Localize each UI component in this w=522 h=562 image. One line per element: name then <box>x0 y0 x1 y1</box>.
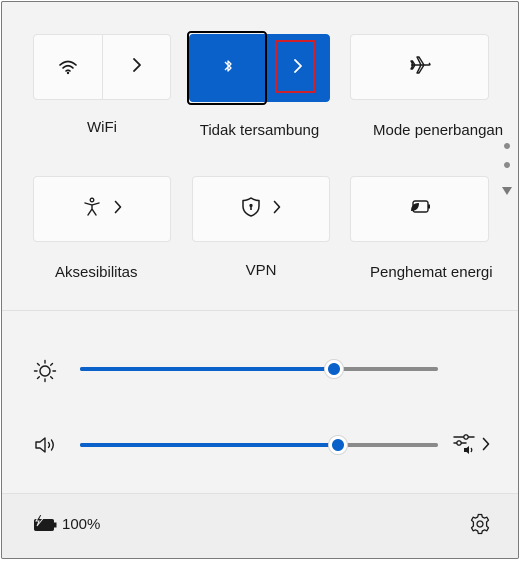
chevron-right-icon <box>114 200 122 219</box>
energy-saver-tile[interactable] <box>350 176 489 242</box>
vpn-label: VPN <box>245 262 277 279</box>
battery-charging-icon <box>32 514 58 539</box>
wifi-label: WiFi <box>87 119 117 136</box>
wifi-tile <box>33 34 171 100</box>
highlight-box <box>275 40 315 93</box>
accessibility-label: Aksesibilitas <box>55 264 138 281</box>
vpn-shield-icon <box>241 196 261 223</box>
energy-saver-icon <box>408 199 432 220</box>
volume-slider-thumb[interactable] <box>327 435 348 455</box>
chevron-right-icon <box>273 200 281 219</box>
wifi-toggle[interactable] <box>34 35 102 99</box>
volume-slider-fill <box>80 443 338 447</box>
settings-button[interactable] <box>468 512 492 541</box>
focus-ring <box>187 31 267 105</box>
brightness-slider-thumb[interactable] <box>324 359 345 379</box>
airplane-mode-tile[interactable] <box>350 34 489 100</box>
airplane-icon <box>408 55 432 80</box>
gear-icon <box>468 513 492 540</box>
section-divider <box>2 310 518 311</box>
page-indicator-dot[interactable] <box>504 162 510 168</box>
brightness-slider-fill <box>80 367 335 371</box>
wifi-icon <box>58 59 78 75</box>
brightness-slider[interactable] <box>80 359 438 379</box>
energy-saver-label: Penghemat energi <box>370 264 493 281</box>
accessibility-tile[interactable] <box>33 176 171 242</box>
scroll-down-icon[interactable] <box>501 183 513 201</box>
page-indicator-dot[interactable] <box>504 143 510 149</box>
audio-mixer-icon <box>452 433 476 460</box>
wifi-expand-button[interactable] <box>103 35 170 99</box>
vpn-tile[interactable] <box>192 176 330 242</box>
volume-slider[interactable] <box>80 435 438 455</box>
bluetooth-label: Tidak tersambung <box>199 122 320 139</box>
speaker-icon <box>33 434 59 461</box>
accessibility-icon <box>82 197 102 222</box>
airplane-mode-label: Mode penerbangan <box>373 122 504 139</box>
quick-settings-panel: WiFi Tidak tersambung Mode penerbangan A… <box>1 1 519 559</box>
chevron-right-icon <box>132 57 142 78</box>
chevron-right-icon <box>482 437 490 456</box>
quick-settings-footer: 100% <box>2 493 518 558</box>
battery-percent: 100% <box>62 516 101 533</box>
brightness-icon <box>33 359 57 388</box>
audio-mixer-button[interactable] <box>452 433 490 460</box>
